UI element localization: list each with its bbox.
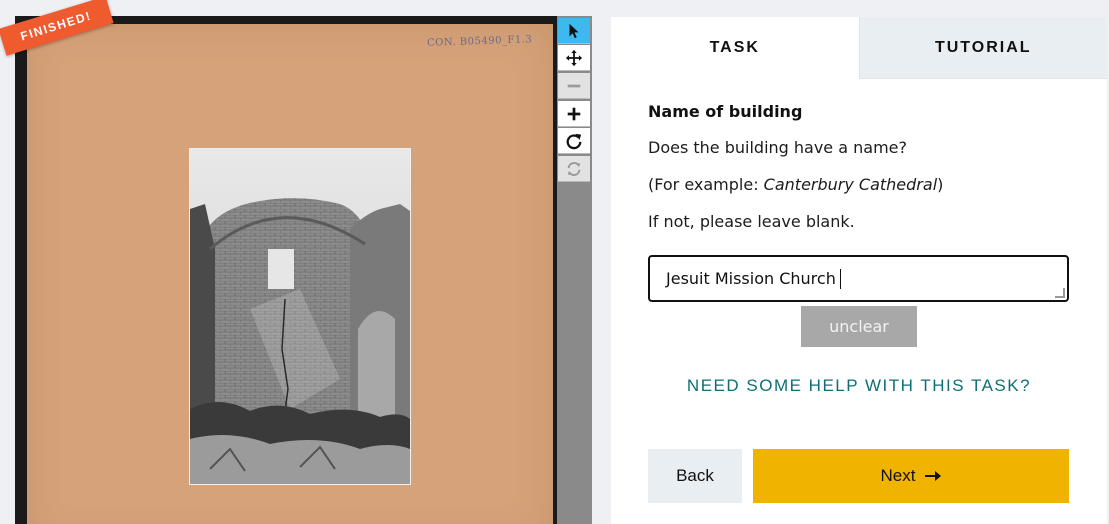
answer-textarea[interactable]: Jesuit Mission Church: [648, 255, 1069, 302]
example-suffix: ): [937, 175, 944, 194]
reference-note: CON. B05490_F1.3: [426, 34, 533, 49]
question-text: Does the building have a name?: [648, 138, 907, 157]
text-caret: [839, 268, 841, 289]
subject-photo: [189, 148, 411, 485]
answer-value: Jesuit Mission Church: [666, 269, 836, 288]
help-link[interactable]: NEED SOME HELP WITH THIS TASK?: [648, 376, 1070, 396]
tab-task[interactable]: TASK: [611, 17, 859, 79]
pointer-icon: [569, 23, 579, 38]
subject-viewer[interactable]: CON. B05490_F1.3: [15, 16, 557, 524]
tab-tutorial[interactable]: TUTORIAL: [858, 17, 1107, 79]
task-panel: TASK TUTORIAL Name of building Does the …: [611, 17, 1107, 524]
question-instruction: If not, please leave blank.: [648, 212, 855, 231]
zoom-in-button[interactable]: [558, 101, 590, 127]
next-label: Next: [880, 466, 916, 485]
navigation-row: Back Next: [648, 449, 1070, 503]
next-button[interactable]: Next: [753, 449, 1069, 503]
arrow-right-icon: [925, 471, 942, 481]
move-icon: [565, 49, 583, 66]
example-prefix: (For example:: [648, 175, 764, 194]
move-tool-button[interactable]: [558, 45, 590, 71]
refresh-icon: [567, 161, 581, 176]
zoom-out-button[interactable]: [558, 73, 590, 99]
panel-tabs: TASK TUTORIAL: [611, 17, 1107, 79]
unclear-button[interactable]: unclear: [801, 306, 917, 347]
ruined-church-photo: [190, 149, 410, 484]
plus-icon: [567, 107, 581, 120]
back-button[interactable]: Back: [648, 449, 742, 503]
question-example: (For example: Canterbury Cathedral): [648, 175, 1070, 195]
question-title: Name of building: [648, 102, 803, 121]
viewer-toolbar: [557, 16, 592, 524]
reset-button[interactable]: [558, 156, 590, 182]
resize-handle-icon[interactable]: [1055, 288, 1065, 298]
minus-icon: [567, 84, 581, 87]
annotate-tool-button[interactable]: [558, 18, 590, 44]
archive-card: CON. B05490_F1.3: [27, 24, 553, 524]
rotate-icon: [566, 133, 582, 149]
task-body: Name of building Does the building have …: [611, 102, 1107, 396]
example-italic: Canterbury Cathedral: [763, 175, 938, 194]
rotate-button[interactable]: [558, 128, 590, 154]
